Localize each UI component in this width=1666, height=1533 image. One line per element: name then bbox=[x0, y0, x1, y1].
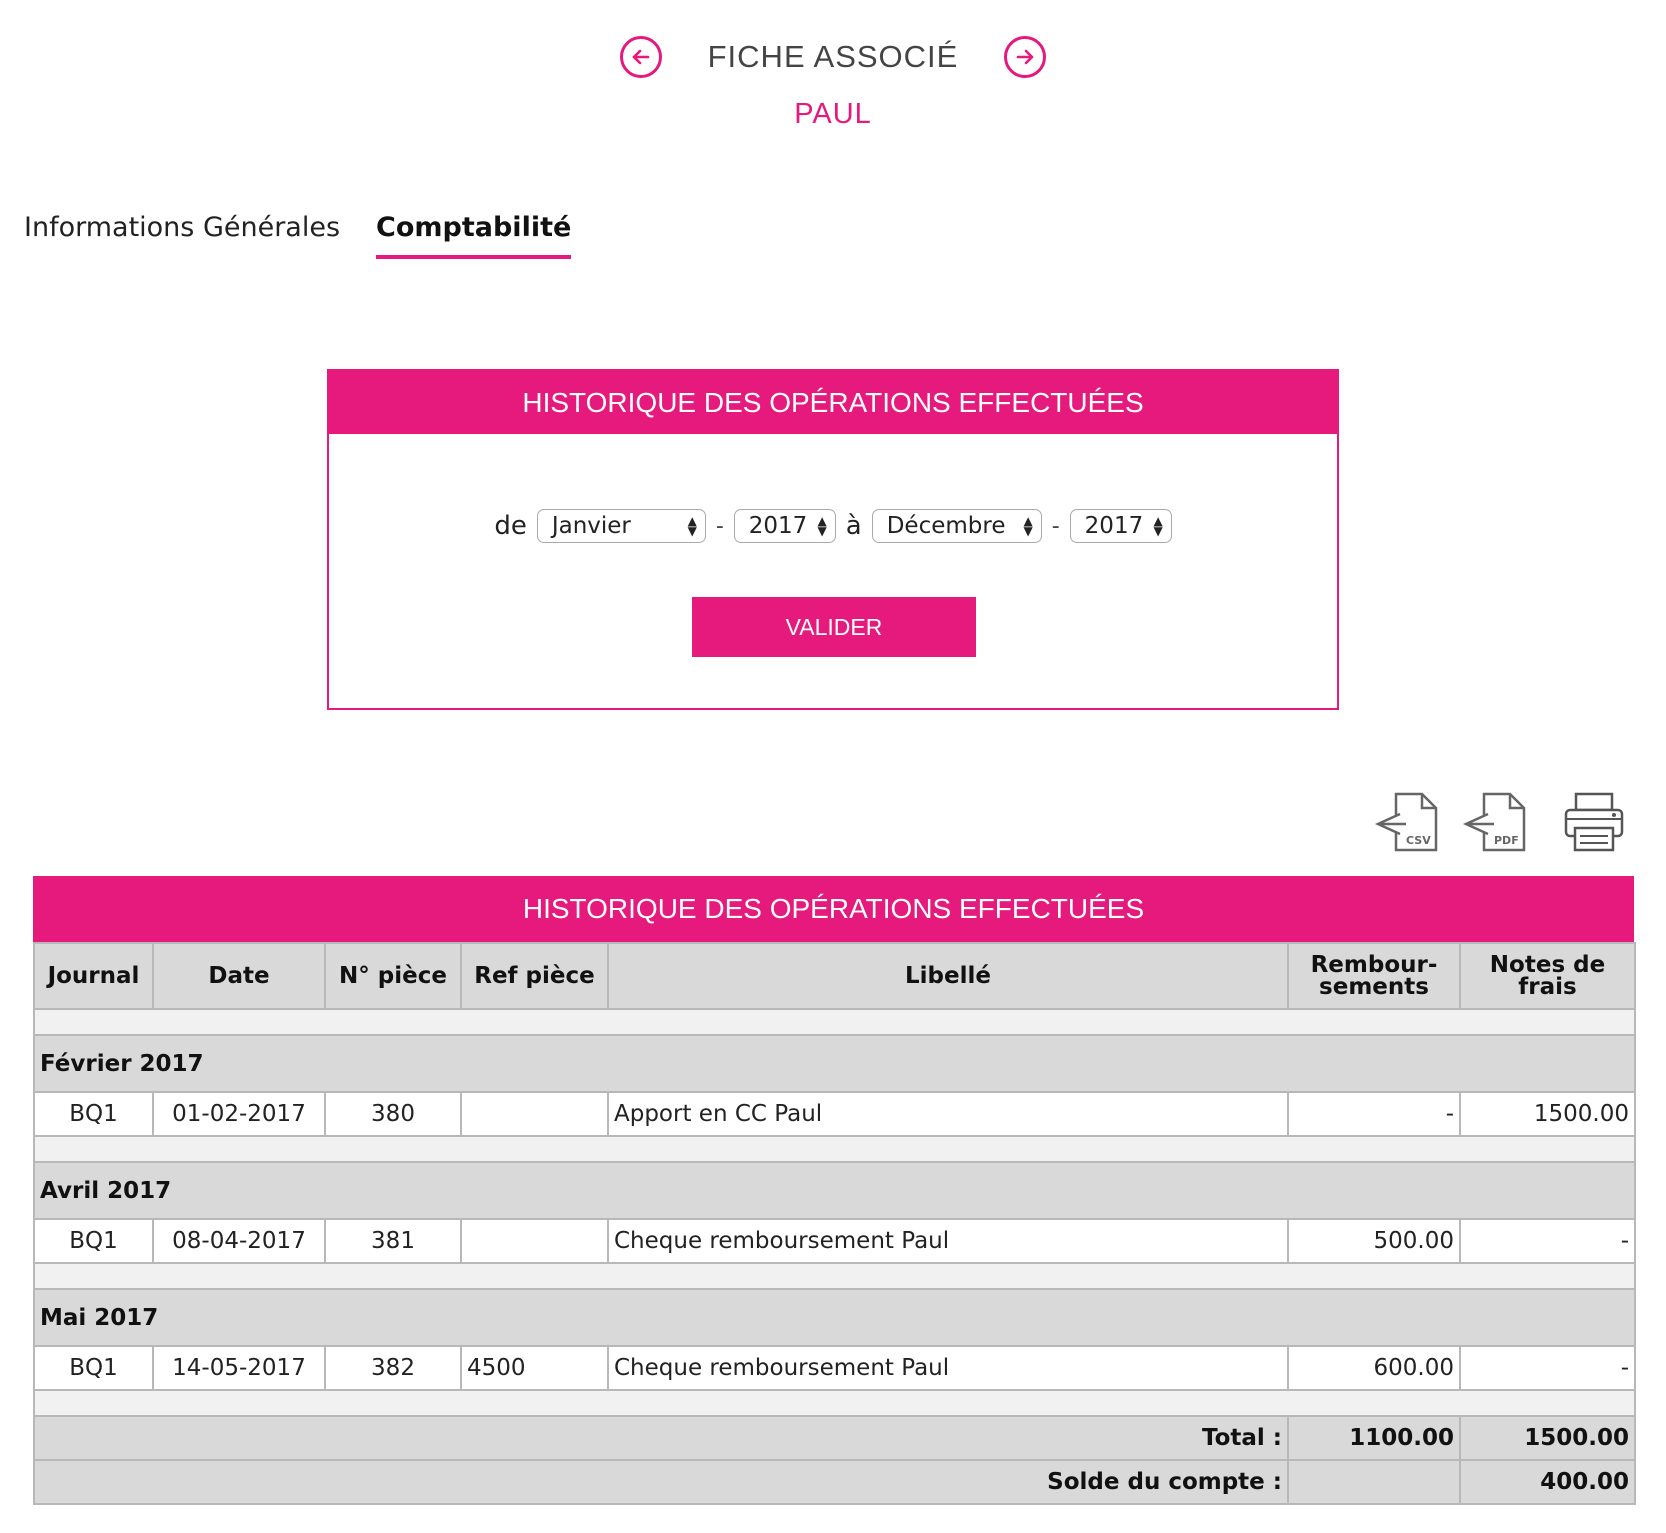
svg-text:PDF: PDF bbox=[1494, 834, 1519, 847]
month-group-row: Avril 2017 bbox=[33, 1161, 1636, 1220]
from-year-value: 2017 bbox=[748, 513, 808, 539]
cell-date: 08-04-2017 bbox=[152, 1218, 326, 1264]
from-year-select[interactable]: 2017 ▲ ▼ bbox=[733, 509, 836, 543]
total-label: Total : bbox=[33, 1415, 1289, 1461]
total-remboursements: 1100.00 bbox=[1287, 1415, 1461, 1461]
month-group-row: Février 2017 bbox=[33, 1034, 1636, 1093]
column-header-piece: N° pièce bbox=[324, 942, 462, 1010]
cell-journal: BQ1 bbox=[33, 1091, 154, 1137]
period-selector-row: de Janvier ▲ ▼ - 2017 ▲ ▼ à Décembre ▲ ▼ - … bbox=[329, 509, 1337, 543]
cell-libelle: Apport en CC Paul bbox=[607, 1091, 1289, 1137]
select-arrows-icon: ▲ ▼ bbox=[1153, 514, 1163, 538]
page-header: FICHE ASSOCIÉ PAUL bbox=[0, 36, 1666, 131]
column-header-libelle: Libellé bbox=[607, 942, 1289, 1010]
cell-piece: 382 bbox=[324, 1345, 462, 1391]
history-table-panel: HISTORIQUE DES OPÉRATIONS EFFECTUÉES Jou… bbox=[33, 876, 1636, 1505]
to-label: à bbox=[845, 511, 862, 541]
history-table-title: HISTORIQUE DES OPÉRATIONS EFFECTUÉES bbox=[33, 876, 1634, 942]
select-arrows-icon: ▲ ▼ bbox=[687, 514, 697, 538]
cell-ref-piece: 4500 bbox=[460, 1345, 609, 1391]
spacer-row bbox=[33, 1389, 1636, 1417]
table-row: BQ1 14-05-2017 382 4500 Cheque rembourse… bbox=[33, 1345, 1636, 1391]
spacer-row bbox=[33, 1262, 1636, 1290]
cell-remboursements: - bbox=[1287, 1091, 1461, 1137]
table-row: BQ1 08-04-2017 381 Cheque remboursement … bbox=[33, 1218, 1636, 1264]
title-row: FICHE ASSOCIÉ bbox=[0, 36, 1666, 78]
tab-informations-generales[interactable]: Informations Générales bbox=[24, 212, 340, 259]
print-icon[interactable] bbox=[1562, 790, 1628, 854]
cell-libelle: Cheque remboursement Paul bbox=[607, 1218, 1289, 1264]
tab-comptabilite[interactable]: Comptabilité bbox=[376, 212, 572, 259]
cell-libelle: Cheque remboursement Paul bbox=[607, 1345, 1289, 1391]
column-header-remboursements: Rembour- sements bbox=[1287, 942, 1461, 1010]
associate-name: PAUL bbox=[794, 98, 872, 130]
cell-remboursements: 500.00 bbox=[1287, 1218, 1461, 1264]
month-label: Février 2017 bbox=[33, 1034, 1636, 1093]
previous-arrow-icon[interactable] bbox=[619, 36, 662, 78]
table-row: BQ1 01-02-2017 380 Apport en CC Paul - 1… bbox=[33, 1091, 1636, 1137]
month-label: Avril 2017 bbox=[33, 1161, 1636, 1220]
to-year-select[interactable]: 2017 ▲ ▼ bbox=[1069, 509, 1172, 543]
cell-notes-de-frais: - bbox=[1459, 1345, 1636, 1391]
cell-journal: BQ1 bbox=[33, 1218, 154, 1264]
separator: - bbox=[715, 513, 724, 539]
cell-date: 01-02-2017 bbox=[152, 1091, 326, 1137]
solde-notes-de-frais: 400.00 bbox=[1459, 1459, 1636, 1505]
cell-notes-de-frais: - bbox=[1459, 1218, 1636, 1264]
filter-panel-title: HISTORIQUE DES OPÉRATIONS EFFECTUÉES bbox=[329, 371, 1337, 434]
spacer-row bbox=[33, 1008, 1636, 1036]
select-arrows-icon: ▲ ▼ bbox=[1023, 514, 1033, 538]
column-header-notes-de-frais: Notes de frais bbox=[1459, 942, 1636, 1010]
export-pdf-icon[interactable]: PDF bbox=[1458, 790, 1532, 854]
valider-button[interactable]: VALIDER bbox=[692, 597, 976, 657]
table-header-row: Journal Date N° pièce Ref pièce Libellé … bbox=[33, 942, 1636, 1010]
to-month-select[interactable]: Décembre ▲ ▼ bbox=[871, 509, 1042, 543]
column-header-journal: Journal bbox=[33, 942, 154, 1010]
column-header-ref-piece: Ref pièce bbox=[460, 942, 609, 1010]
history-table: Journal Date N° pièce Ref pièce Libellé … bbox=[33, 942, 1636, 1505]
separator: - bbox=[1051, 513, 1060, 539]
svg-text:CSV: CSV bbox=[1406, 834, 1431, 847]
cell-ref-piece bbox=[460, 1218, 609, 1264]
cell-journal: BQ1 bbox=[33, 1345, 154, 1391]
from-month-select[interactable]: Janvier ▲ ▼ bbox=[536, 509, 706, 543]
cell-remboursements: 600.00 bbox=[1287, 1345, 1461, 1391]
select-arrows-icon: ▲ ▼ bbox=[817, 514, 827, 538]
tab-bar: Informations Générales Comptabilité bbox=[24, 212, 572, 259]
page-title: FICHE ASSOCIÉ bbox=[707, 39, 959, 74]
cell-piece: 380 bbox=[324, 1091, 462, 1137]
cell-notes-de-frais: 1500.00 bbox=[1459, 1091, 1636, 1137]
solde-row: Solde du compte : 400.00 bbox=[33, 1459, 1636, 1505]
from-label: de bbox=[494, 511, 527, 541]
to-year-value: 2017 bbox=[1084, 513, 1144, 539]
next-arrow-icon[interactable] bbox=[1004, 36, 1047, 78]
solde-remboursements bbox=[1287, 1459, 1461, 1505]
from-month-value: Janvier bbox=[551, 513, 631, 539]
cell-piece: 381 bbox=[324, 1218, 462, 1264]
total-notes-de-frais: 1500.00 bbox=[1459, 1415, 1636, 1461]
to-month-value: Décembre bbox=[886, 513, 1006, 539]
spacer-row bbox=[33, 1135, 1636, 1163]
export-toolbar: CSV PDF bbox=[1370, 790, 1628, 854]
cell-date: 14-05-2017 bbox=[152, 1345, 326, 1391]
total-row: Total : 1100.00 1500.00 bbox=[33, 1415, 1636, 1461]
month-label: Mai 2017 bbox=[33, 1288, 1636, 1347]
solde-label: Solde du compte : bbox=[33, 1459, 1289, 1505]
month-group-row: Mai 2017 bbox=[33, 1288, 1636, 1347]
period-filter-panel: HISTORIQUE DES OPÉRATIONS EFFECTUÉES de … bbox=[327, 369, 1339, 710]
column-header-date: Date bbox=[152, 942, 326, 1010]
cell-ref-piece bbox=[460, 1091, 609, 1137]
export-csv-icon[interactable]: CSV bbox=[1370, 790, 1444, 854]
